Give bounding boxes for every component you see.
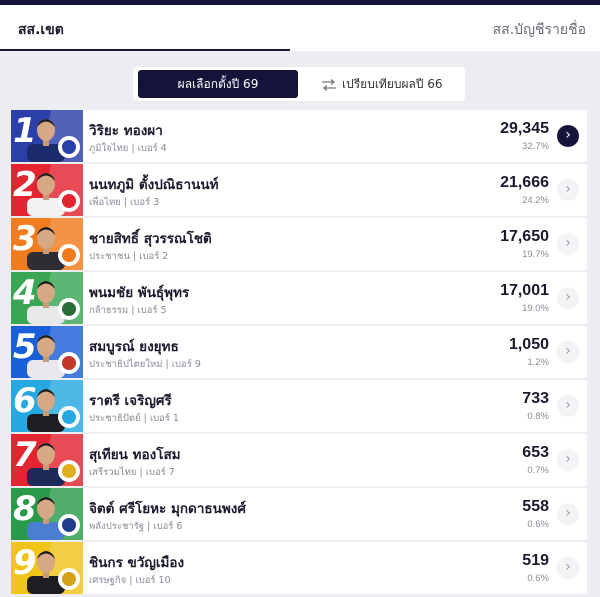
candidate-badge: 3 [11,218,83,270]
candidate-row[interactable]: 4 พนมชัย พันธุ์พุทร กล้าธรรม | เบอร์ 5 1… [11,272,587,324]
vote-count: 21,666 [500,174,549,191]
vote-percent: 0.7% [527,465,549,476]
candidate-name: พนมชัย พันธุ์พุทร [89,285,190,301]
compare-arrows-icon [322,78,336,91]
tab-district-mp[interactable]: สส.เขต [18,19,64,41]
candidate-name: จิตต์ ศรีโยหะ มุกดาธนพงศ์ [89,501,246,517]
candidate-party-number: ประชาชน | เบอร์ 2 [89,251,169,262]
party-logo-icon [58,568,80,590]
rank-number: 2 [13,165,37,205]
candidate-name: วิริยะ ทองผา [89,123,163,139]
rank-number: 9 [13,543,37,583]
chevron-right-icon[interactable]: › [557,557,579,579]
vote-count: 653 [522,444,549,461]
chevron-right-icon[interactable]: › [557,503,579,525]
candidate-list: 1 วิริยะ ทองผา ภูมิใจไทย | เบอร์ 4 29,34… [11,110,587,596]
candidate-party-number: เศรษฐกิจ | เบอร์ 10 [89,575,171,586]
rank-number: 4 [13,273,37,313]
candidate-name: ราตรี เจริญศรี [89,393,172,409]
candidate-party-number: เพื่อไทย | เบอร์ 3 [89,197,160,208]
party-logo-icon [58,136,80,158]
chevron-right-icon[interactable]: › [557,125,579,147]
candidate-party-number: พลังประชารัฐ | เบอร์ 6 [89,521,183,532]
candidate-name: ชินกร ขวัญเมือง [89,555,185,571]
candidate-badge: 8 [11,488,83,540]
chevron-right-icon[interactable]: › [557,395,579,417]
vote-percent: 0.6% [527,573,549,584]
tab-party-list-mp[interactable]: สส.บัญชีรายชื่อ [493,19,586,41]
candidate-badge: 2 [11,164,83,216]
rank-number: 1 [13,111,37,151]
election-69-button[interactable]: ผลเลือกตั้งปี 69 [138,70,298,98]
party-logo-icon [58,406,80,428]
candidate-party-number: กล้าธรรม | เบอร์ 5 [89,305,167,316]
vote-count: 17,001 [500,282,549,299]
chevron-right-icon[interactable]: › [557,233,579,255]
chevron-right-icon[interactable]: › [557,179,579,201]
result-year-toggle: ผลเลือกตั้งปี 69 เปรียบเทียบผลปี 66 [133,67,465,101]
rank-number: 7 [13,435,37,475]
compare-66-button[interactable]: เปรียบเทียบผลปี 66 [321,70,443,98]
candidate-row[interactable]: 2 นนทภูมิ ตั้งปณิธานนท์ เพื่อไทย | เบอร์… [11,164,587,216]
vote-percent: 19.7% [522,249,549,260]
candidate-row[interactable]: 3 ชายสิทธิ์ สุวรรณโชติ ประชาชน | เบอร์ 2… [11,218,587,270]
candidate-row[interactable]: 1 วิริยะ ทองผา ภูมิใจไทย | เบอร์ 4 29,34… [11,110,587,162]
chevron-right-icon[interactable]: › [557,341,579,363]
vote-count: 1,050 [508,336,549,353]
party-logo-icon [58,352,80,374]
candidate-name: นนทภูมิ ตั้งปณิธานนท์ [89,177,219,193]
candidate-row[interactable]: 8 จิตต์ ศรีโยหะ มุกดาธนพงศ์ พลังประชารัฐ… [11,488,587,540]
rank-number: 8 [13,489,37,529]
compare-66-label: เปรียบเทียบผลปี 66 [342,77,443,91]
rank-number: 5 [13,327,37,367]
vote-count: 519 [522,552,549,569]
rank-number: 3 [13,219,37,259]
candidate-party-number: ประชาธิปไตยใหม่ | เบอร์ 9 [89,359,201,370]
active-tab-indicator [0,49,290,51]
party-logo-icon [58,298,80,320]
vote-count: 17,650 [500,228,549,245]
vote-count: 29,345 [500,120,549,137]
vote-count: 733 [522,390,549,407]
candidate-name: ชายสิทธิ์ สุวรรณโชติ [89,231,212,247]
candidate-badge: 6 [11,380,83,432]
candidate-badge: 4 [11,272,83,324]
party-logo-icon [58,460,80,482]
candidate-row[interactable]: 5 สมบูรณ์ ยงยุทธ ประชาธิปไตยใหม่ | เบอร์… [11,326,587,378]
vote-percent: 19.0% [522,303,549,314]
vote-percent: 24.2% [522,195,549,206]
candidate-badge: 9 [11,542,83,594]
vote-percent: 0.8% [527,411,549,422]
candidate-name: สมบูรณ์ ยงยุทธ [89,339,179,355]
party-logo-icon [58,244,80,266]
candidate-row[interactable]: 6 ราตรี เจริญศรี ประชาธิปัตย์ | เบอร์ 1 … [11,380,587,432]
candidate-badge: 1 [11,110,83,162]
chevron-right-icon[interactable]: › [557,449,579,471]
party-logo-icon [58,190,80,212]
vote-count: 558 [522,498,549,515]
candidate-row[interactable]: 7 สุเทียน ทองโสม เสรีรวมไทย | เบอร์ 7 65… [11,434,587,486]
party-logo-icon [58,514,80,536]
tab-bar: สส.เขต สส.บัญชีรายชื่อ [0,5,600,51]
vote-percent: 0.6% [527,519,549,530]
vote-percent: 1.2% [527,357,549,368]
candidate-badge: 7 [11,434,83,486]
rank-number: 6 [13,381,37,421]
vote-percent: 32.7% [522,141,549,152]
candidate-party-number: ประชาธิปัตย์ | เบอร์ 1 [89,413,179,424]
candidate-party-number: ภูมิใจไทย | เบอร์ 4 [89,143,167,154]
candidate-row[interactable]: 9 ชินกร ขวัญเมือง เศรษฐกิจ | เบอร์ 10 51… [11,542,587,594]
candidate-badge: 5 [11,326,83,378]
chevron-right-icon[interactable]: › [557,287,579,309]
candidate-party-number: เสรีรวมไทย | เบอร์ 7 [89,467,175,478]
candidate-name: สุเทียน ทองโสม [89,447,181,463]
